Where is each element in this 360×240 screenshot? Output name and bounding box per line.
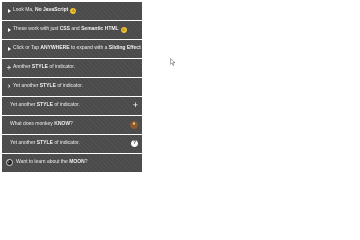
item-text-suffix: of indicator. bbox=[54, 140, 80, 146]
item-text-prefix: Want to learn about the bbox=[16, 159, 68, 165]
item-text-suffix: of indicator. bbox=[49, 64, 75, 70]
warning-emoji-icon: ⚠ bbox=[70, 7, 77, 14]
item-text-bold: STYLE bbox=[39, 83, 56, 89]
monkey-icon-wrap: ● bbox=[130, 116, 138, 134]
item-text-bold-2: Sliding Effect bbox=[108, 45, 141, 51]
accordion-item-monkey[interactable]: What does monkey KNOW? ● bbox=[2, 116, 142, 134]
item-text-bold: CSS bbox=[59, 26, 70, 32]
monkey-icon: ● bbox=[130, 120, 138, 129]
item-text-prefix: Click or Tap bbox=[13, 45, 40, 51]
mouse-cursor-icon bbox=[170, 58, 176, 66]
triangle-right-icon bbox=[6, 8, 12, 13]
item-text-bold: STYLE bbox=[36, 102, 53, 108]
item-text-suffix: of indicator. bbox=[57, 83, 83, 89]
item-text-prefix: Yet another bbox=[13, 83, 39, 89]
plus-icon: + bbox=[6, 62, 12, 72]
question-icon: ? bbox=[131, 140, 138, 148]
item-text-prefix: Look Ma, bbox=[13, 7, 34, 13]
item-text-bold: No JavaScript bbox=[34, 7, 69, 13]
item-text-suffix: ? bbox=[84, 159, 88, 165]
item-text-bold: ANYWHERE bbox=[40, 45, 70, 51]
item-text-bold: MOON bbox=[69, 159, 85, 165]
accordion-item-moon[interactable]: ☾ Want to learn about the MOON? bbox=[2, 154, 142, 172]
accordion-list: Look Ma, No JavaScript ⚠ These work with… bbox=[2, 2, 142, 173]
warning-emoji-icon: ⚠ bbox=[120, 26, 127, 33]
item-text-bold: STYLE bbox=[36, 140, 53, 146]
accordion-item-no-javascript[interactable]: Look Ma, No JavaScript ⚠ bbox=[2, 2, 142, 20]
plus-icon: + bbox=[132, 100, 138, 111]
accordion-item-style-question[interactable]: Yet another STYLE of indicator. ? bbox=[2, 135, 142, 153]
item-text-prefix: Yet another bbox=[10, 140, 36, 146]
question-icon-wrap: ? bbox=[131, 135, 138, 153]
item-text-prefix: Yet another bbox=[10, 102, 36, 108]
accordion-item-css-semantic-html[interactable]: These work with just CSS and Semantic HT… bbox=[2, 21, 142, 39]
item-text-suffix: of indicator. bbox=[54, 102, 80, 108]
item-text-bold: STYLE bbox=[31, 64, 49, 70]
item-text-mid: and bbox=[71, 26, 80, 32]
accordion-item-sliding-effect[interactable]: Click or Tap ANYWHERE to expand with a S… bbox=[2, 40, 142, 58]
item-text-prefix: What does monkey bbox=[10, 121, 53, 127]
accordion-item-style-chevron[interactable]: › Yet another STYLE of indicator. bbox=[2, 78, 142, 96]
item-text-prefix: Another bbox=[13, 64, 31, 70]
item-text-bold: KNOW bbox=[54, 121, 71, 127]
chevron-right-icon: › bbox=[7, 83, 11, 91]
triangle-right-icon bbox=[6, 27, 12, 32]
item-text-bold-2: Semantic HTML bbox=[81, 26, 119, 32]
item-text-prefix: These work with just bbox=[13, 26, 59, 32]
moon-icon: ☾ bbox=[6, 159, 13, 167]
item-text-suffix: ? bbox=[70, 121, 73, 127]
accordion-item-style-plus-right[interactable]: Yet another STYLE of indicator. + bbox=[2, 97, 142, 115]
item-text-mid: to expand with a bbox=[70, 45, 108, 51]
triangle-right-icon bbox=[6, 46, 12, 51]
accordion-item-style-plus-left[interactable]: + Another STYLE of indicator. bbox=[2, 59, 142, 77]
